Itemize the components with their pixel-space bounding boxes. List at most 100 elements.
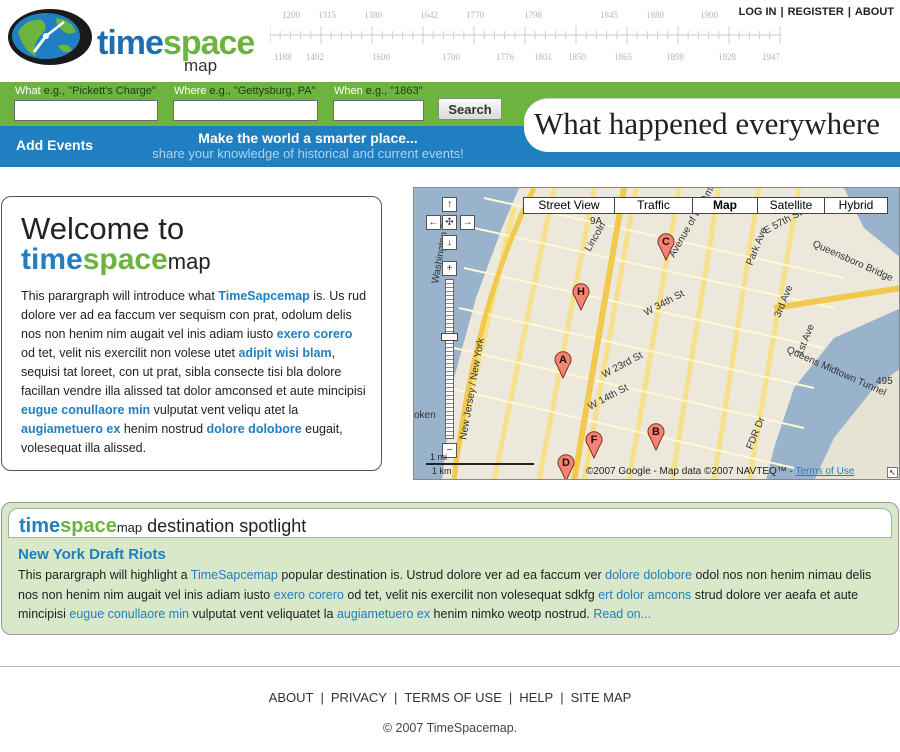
timeline-year-label[interactable]: 1770 (466, 10, 485, 20)
timeline-year-label[interactable]: 1801 (534, 52, 552, 62)
tagline-sub: share your knowledge of historical and c… (152, 146, 464, 161)
timeline-year-label[interactable]: 1380 (364, 10, 383, 20)
timeline-year-label[interactable]: 1947 (762, 52, 781, 62)
welcome-paragraph: This parargraph will introduce what Time… (21, 289, 367, 455)
destination-spotlight: timespacemap destination spotlight New Y… (1, 502, 899, 635)
what-label: What e.g., "Pickett's Charge" (15, 85, 156, 97)
map-marker-d[interactable]: D (556, 454, 576, 479)
footer-privacy-link[interactable]: PRIVACY (331, 690, 387, 705)
timeline-year-label[interactable]: 1798 (524, 10, 543, 20)
login-link[interactable]: LOG IN (739, 6, 777, 18)
welcome-link[interactable]: augiametuero ex (21, 422, 120, 436)
map-type-hybrid[interactable]: Hybrid (824, 197, 888, 214)
map-marker-f[interactable]: F (584, 431, 604, 460)
welcome-link[interactable]: eugue conullaore min (21, 403, 150, 417)
copyright: © 2007 TimeSpacemap. (382, 721, 518, 735)
welcome-panel: Welcome to timespacemap This parargraph … (1, 196, 382, 471)
zoom-slider[interactable] (445, 279, 454, 439)
timeline-year-label[interactable]: 1200 (282, 10, 301, 20)
logo-map-text: map (184, 56, 218, 75)
site-logo[interactable]: timespace map (6, 4, 255, 76)
what-input[interactable] (14, 100, 158, 121)
map-marker-label: F (590, 434, 598, 446)
timeline-ruler[interactable]: 1200 1315 1380 1642 1770 1798 1845 1880 1900 118… (269, 6, 782, 68)
pan-right-icon[interactable]: → (460, 215, 475, 230)
map-marker-label: D (562, 457, 570, 469)
map-resize-icon[interactable]: ↖ (887, 467, 898, 478)
map-navigation-control: ↑ ← ✣ → ↓ + − (420, 195, 475, 465)
when-input[interactable] (333, 100, 424, 121)
map-marker-a[interactable]: A (553, 351, 573, 380)
timeline-year-label[interactable]: 1492 (306, 52, 324, 62)
map-marker-label: H (577, 286, 585, 298)
welcome-link[interactable]: exero corero (277, 327, 353, 341)
timeline-year-label[interactable]: 1850 (568, 52, 587, 62)
spotlight-link[interactable]: TimeSapcemap (191, 568, 278, 582)
footer-help-link[interactable]: HELP (519, 690, 553, 705)
timeline-year-label[interactable]: 1900 (700, 10, 719, 20)
footer-about-link[interactable]: ABOUT (269, 690, 314, 705)
spotlight-title: timespacemap destination spotlight (19, 515, 307, 537)
spotlight-header: timespacemap destination spotlight (8, 508, 892, 538)
map-marker-c[interactable]: C (656, 233, 676, 262)
spotlight-link[interactable]: exero corero (274, 588, 344, 602)
welcome-heading: Welcome to (21, 211, 185, 246)
when-label: When e.g., "1863" (334, 85, 423, 97)
footer-terms-link[interactable]: TERMS OF USE (404, 690, 502, 705)
spotlight-heading-link[interactable]: New York Draft Riots (18, 546, 166, 563)
pan-center-icon[interactable]: ✣ (442, 215, 457, 230)
site-header: timespace map 1200 1315 1380 1642 1770 1798 18… (0, 0, 900, 82)
map-type-satellite[interactable]: Satellite (757, 197, 825, 214)
timeline-year-label[interactable]: 1865 (614, 52, 633, 62)
pan-up-icon[interactable]: ↑ (442, 197, 457, 212)
footer-divider (0, 666, 900, 667)
map-type-switcher: Street View Traffic Map Satellite Hybrid (523, 197, 888, 214)
logo-text: timespace (97, 24, 255, 62)
timeline-year-label[interactable]: 1845 (600, 10, 619, 20)
search-button[interactable]: Search (438, 98, 502, 120)
map-terms-link[interactable]: Terms of Use (795, 466, 854, 477)
timeline-year-label[interactable]: 1898 (666, 52, 685, 62)
account-links: LOG IN | REGISTER | ABOUT (738, 6, 894, 18)
spotlight-paragraph: This parargraph will highlight a TimeSap… (18, 568, 872, 621)
welcome-link[interactable]: dolore dolobore (207, 422, 302, 436)
zoom-in-icon[interactable]: + (442, 261, 457, 276)
spotlight-link[interactable]: ert dolor amcons (598, 588, 691, 602)
where-label: Where e.g., "Gettysburg, PA" (174, 85, 316, 97)
timeline-year-label[interactable]: 1315 (318, 10, 337, 20)
spotlight-link[interactable]: dolore dolobore (605, 568, 692, 582)
welcome-link[interactable]: adipit wisi blam (238, 346, 331, 360)
timeline-year-label[interactable]: 1880 (646, 10, 665, 20)
map-marker-label: B (652, 426, 660, 438)
zoom-slider-handle[interactable] (441, 333, 458, 341)
spotlight-link[interactable]: augiametuero ex (337, 607, 430, 621)
map-type-traffic[interactable]: Traffic (614, 197, 693, 214)
register-link[interactable]: REGISTER (788, 6, 844, 18)
read-on-link[interactable]: Read on... (593, 607, 651, 621)
where-input[interactable] (173, 100, 318, 121)
timeline-year-label[interactable]: 1600 (372, 52, 391, 62)
pan-left-icon[interactable]: ← (426, 215, 441, 230)
footer-links: ABOUT | PRIVACY | TERMS OF USE | HELP | SITE MAP (268, 690, 632, 705)
event-map[interactable]: Lincoln W 34th St W 23rd St W 14th St Park A… (413, 187, 900, 480)
welcome-brand-heading: timespacemap (21, 243, 211, 276)
spotlight-link[interactable]: eugue conullaore min (69, 607, 189, 621)
map-marker-h[interactable]: H (571, 283, 591, 312)
welcome-link[interactable]: TimeSapcemap (218, 289, 309, 303)
globe-clock-icon (8, 9, 92, 65)
map-type-map[interactable]: Map (692, 197, 758, 214)
pan-down-icon[interactable]: ↓ (442, 235, 457, 250)
slogan-text: What happened everywhere (534, 106, 880, 141)
timeline-year-label[interactable]: 1700 (442, 52, 461, 62)
timeline-year-label[interactable]: 1928 (718, 52, 737, 62)
footer-sitemap-link[interactable]: SITE MAP (571, 690, 632, 705)
map-marker-label: A (559, 354, 567, 366)
map-marker-label: C (662, 236, 670, 248)
map-type-street-view[interactable]: Street View (523, 197, 615, 214)
map-marker-b[interactable]: B (646, 423, 666, 452)
about-link[interactable]: ABOUT (855, 6, 894, 18)
timeline-year-label[interactable]: 1642 (420, 10, 438, 20)
timeline-year-label[interactable]: 1776 (496, 52, 515, 62)
map-street-label: 9A (590, 216, 603, 227)
timeline-year-label[interactable]: 1188 (274, 52, 292, 62)
